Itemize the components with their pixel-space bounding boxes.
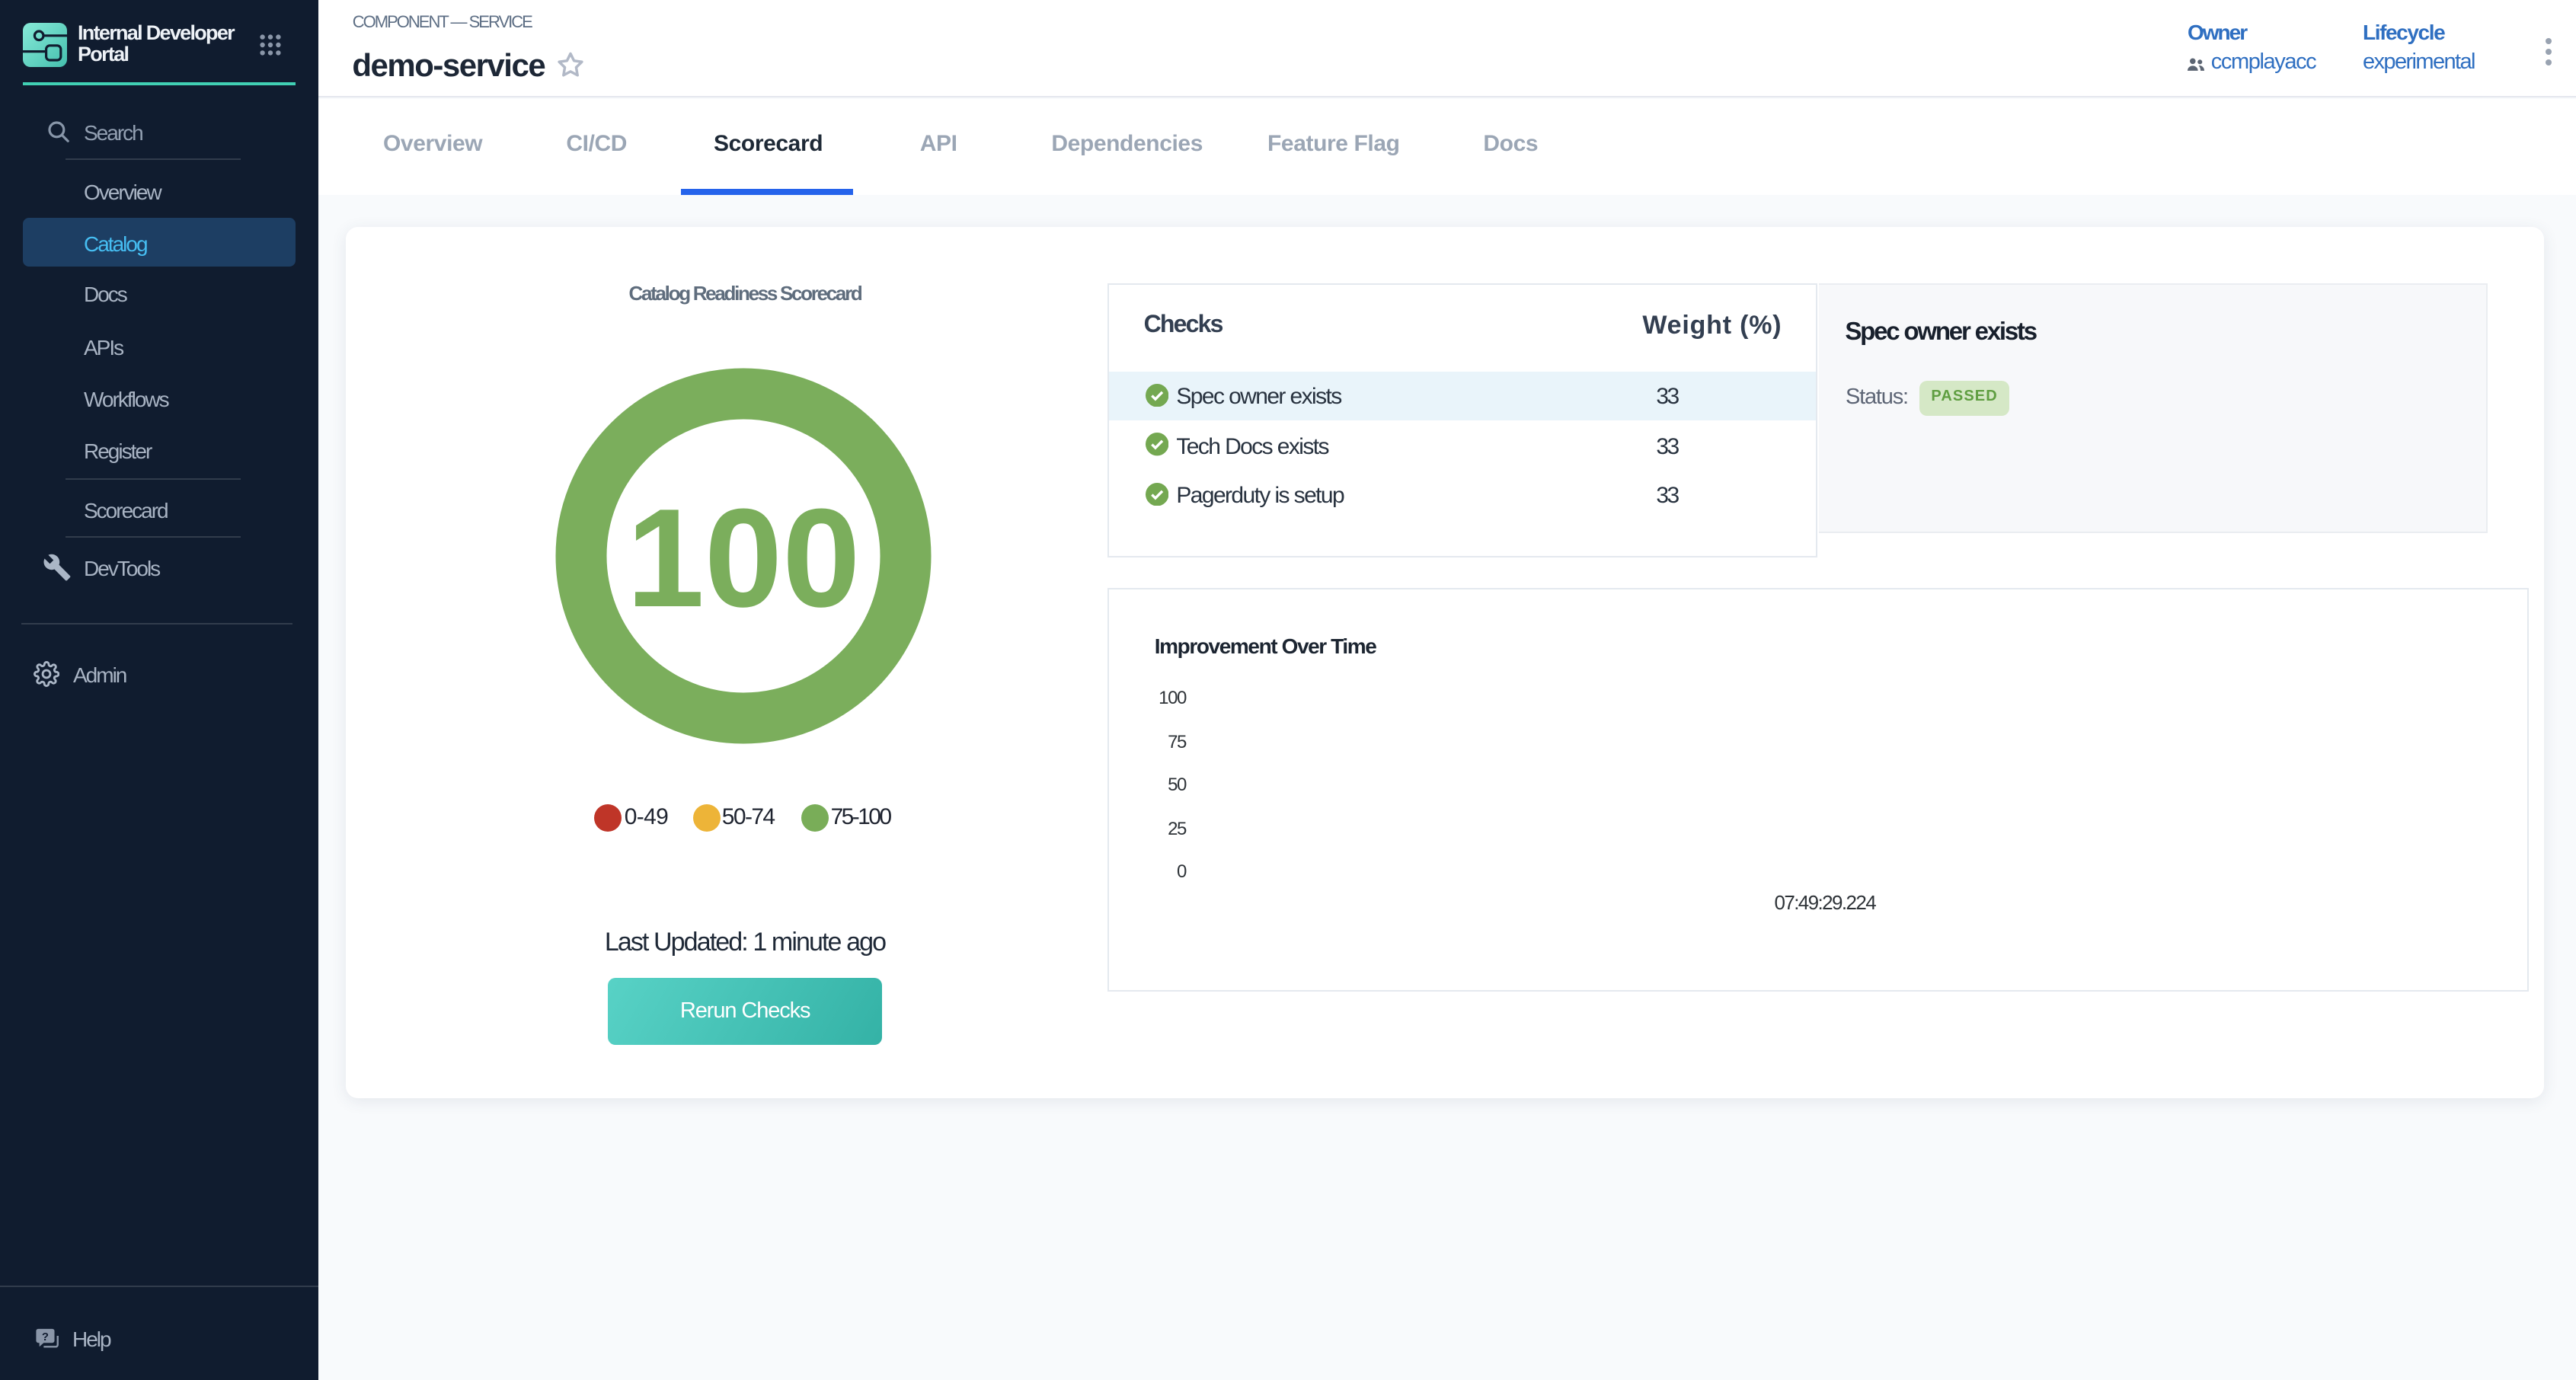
svg-text:?: ?: [42, 1331, 49, 1343]
svg-text:100: 100: [626, 480, 860, 637]
